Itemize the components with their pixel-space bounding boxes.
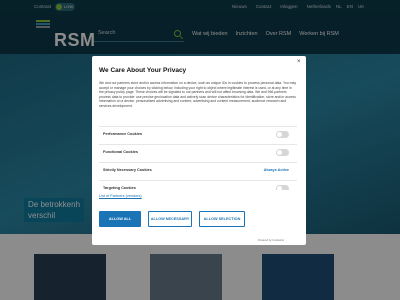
cookie-consent-dialog: × We Care About Your Privacy We and our … bbox=[92, 56, 306, 245]
always-active-label: Always Active bbox=[263, 168, 289, 172]
dialog-description: We and our partners store and/or access … bbox=[99, 81, 297, 108]
category-label: Functional Cookies bbox=[103, 150, 139, 154]
close-icon[interactable]: × bbox=[297, 59, 301, 65]
functional-cookies-toggle[interactable] bbox=[276, 148, 289, 156]
allow-selection-button[interactable]: ALLOW SELECTION bbox=[199, 211, 245, 227]
toggle-knob bbox=[277, 149, 282, 155]
cookie-category-functional: Functional Cookies bbox=[99, 144, 297, 158]
category-label: Strictly Necessary Cookies bbox=[103, 168, 152, 172]
targeting-cookies-toggle[interactable] bbox=[276, 184, 289, 190]
partners-link[interactable]: List of Partners (vendors) bbox=[99, 194, 142, 198]
category-label: Targeting Cookies bbox=[103, 186, 136, 190]
toggle-knob bbox=[277, 131, 282, 137]
toggle-knob bbox=[277, 185, 282, 190]
performance-cookies-toggle[interactable] bbox=[276, 130, 289, 138]
allow-all-button[interactable]: ALLOW ALL bbox=[99, 211, 141, 227]
allow-necessary-button[interactable]: ALLOW NECESSARY bbox=[148, 211, 192, 227]
cookie-category-targeting: Targeting Cookies bbox=[99, 180, 297, 190]
category-label: Performance Cookies bbox=[103, 132, 143, 136]
cookie-category-necessary: Strictly Necessary Cookies Always Active bbox=[99, 162, 297, 176]
cookie-category-performance: Performance Cookies bbox=[99, 126, 297, 140]
powered-by-label[interactable]: Powered by Cookiebot bbox=[258, 239, 284, 242]
dialog-title: We Care About Your Privacy bbox=[99, 67, 187, 74]
